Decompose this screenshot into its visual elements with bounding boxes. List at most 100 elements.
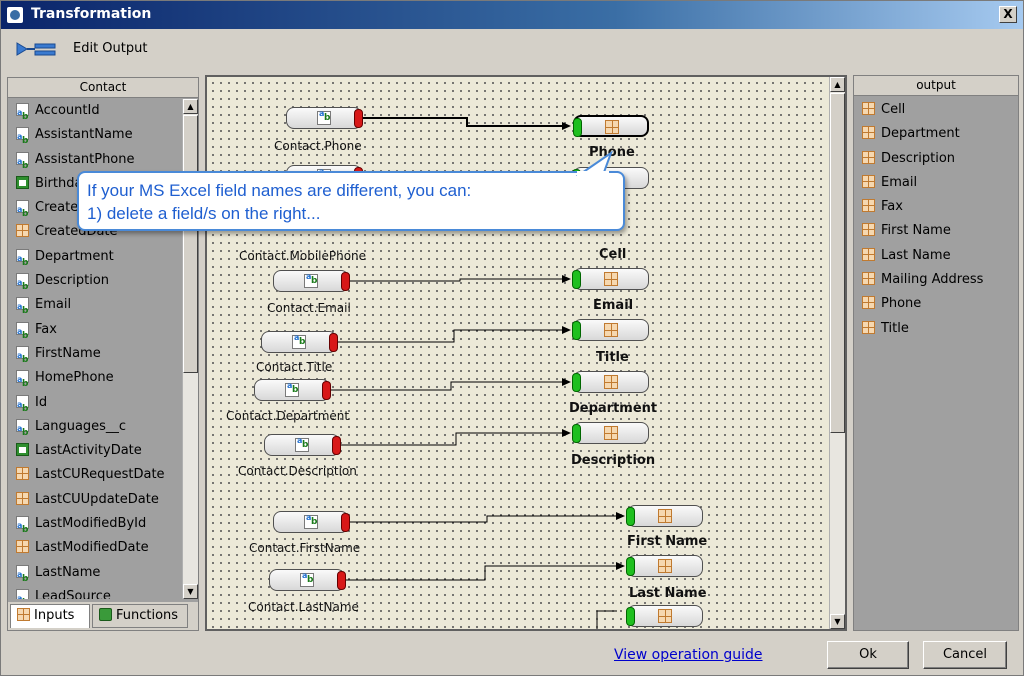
canvas-scroll-thumb[interactable]: [830, 93, 845, 433]
list-item[interactable]: Department: [8, 245, 184, 275]
ok-button[interactable]: Ok: [827, 641, 909, 669]
scroll-thumb[interactable]: [183, 115, 198, 373]
source-label: Contact.LastName: [248, 600, 359, 614]
output-port[interactable]: [337, 571, 346, 590]
input-port[interactable]: [572, 424, 581, 443]
mapping-wire[interactable]: [340, 432, 563, 446]
source-node[interactable]: [273, 511, 350, 533]
view-operation-guide-link[interactable]: View operation guide: [614, 647, 763, 663]
list-item[interactable]: LastModifiedById: [8, 512, 184, 542]
arrowhead-icon: [562, 378, 571, 386]
source-label: Contact.Email: [267, 301, 351, 315]
target-node[interactable]: [572, 268, 649, 290]
grid-field-icon: [658, 559, 672, 573]
list-item[interactable]: Languages__c: [8, 415, 184, 445]
list-item[interactable]: Fax: [854, 195, 1018, 219]
target-node[interactable]: [626, 605, 703, 627]
list-item[interactable]: Email: [8, 293, 184, 323]
list-item[interactable]: Last Name: [854, 244, 1018, 268]
tab-inputs[interactable]: Inputs: [10, 604, 90, 628]
list-item[interactable]: Phone: [854, 292, 1018, 316]
output-port[interactable]: [329, 333, 338, 352]
field-label: Languages__c: [35, 418, 127, 434]
list-item[interactable]: Id: [8, 391, 184, 421]
target-node[interactable]: [573, 115, 649, 137]
input-port[interactable]: [626, 507, 635, 526]
input-port[interactable]: [573, 118, 582, 137]
target-node[interactable]: [626, 505, 703, 527]
input-port[interactable]: [572, 270, 581, 289]
list-item[interactable]: AccountId: [8, 99, 184, 129]
mapping-wire[interactable]: [349, 515, 617, 523]
list-item[interactable]: Email: [854, 171, 1018, 195]
list-item[interactable]: Description: [8, 269, 184, 299]
source-node[interactable]: [254, 379, 331, 401]
canvas-scrollbar[interactable]: ▲ ▼: [829, 77, 845, 629]
source-label: Contact.Description: [238, 464, 357, 478]
list-item[interactable]: LastActivityDate: [8, 439, 184, 463]
list-item[interactable]: Mailing Address: [854, 268, 1018, 292]
mapping-wire[interactable]: [349, 278, 563, 282]
edit-output-button[interactable]: Edit Output: [73, 41, 147, 56]
canvas-scroll-up-icon[interactable]: ▲: [830, 77, 845, 92]
source-node[interactable]: [269, 569, 346, 591]
mapping-wire[interactable]: [362, 117, 563, 127]
list-item[interactable]: FirstName: [8, 342, 184, 372]
source-node[interactable]: [273, 270, 350, 292]
scroll-up-icon[interactable]: ▲: [183, 99, 198, 114]
target-node[interactable]: [572, 422, 649, 444]
input-port[interactable]: [572, 373, 581, 392]
list-item[interactable]: LastCUUpdateDate: [8, 488, 184, 512]
list-item[interactable]: LastCURequestDate: [8, 463, 184, 487]
output-port[interactable]: [341, 513, 350, 532]
output-port[interactable]: [322, 381, 331, 400]
output-port[interactable]: [341, 272, 350, 291]
field-label: Department: [35, 248, 114, 264]
title-bar: Transformation X: [1, 1, 1023, 29]
source-node[interactable]: [264, 434, 341, 456]
target-label: Description: [571, 453, 656, 468]
mapping-wire[interactable]: [345, 565, 617, 581]
arrowhead-icon: [562, 429, 571, 437]
callout-text: If your MS Excel field names are differe…: [87, 179, 471, 225]
mapping-wire[interactable]: [330, 381, 563, 391]
text-field-icon: [16, 563, 29, 591]
scroll-down-icon[interactable]: ▼: [183, 584, 198, 599]
mapping-wire[interactable]: [337, 329, 563, 343]
input-port[interactable]: [626, 557, 635, 576]
list-item[interactable]: Description: [854, 147, 1018, 171]
list-item[interactable]: AssistantPhone: [8, 148, 184, 178]
list-item[interactable]: HomePhone: [8, 366, 184, 396]
tab-functions[interactable]: Functions: [92, 604, 188, 628]
input-port[interactable]: [626, 607, 635, 626]
source-node[interactable]: [286, 107, 363, 129]
grid-field-icon: [604, 272, 618, 286]
output-port[interactable]: [332, 436, 341, 455]
mapping-canvas[interactable]: Contact.PhonePhoneContact.MobilePhoneCel…: [207, 77, 827, 629]
list-item[interactable]: Fax: [8, 318, 184, 348]
list-item[interactable]: Cell: [854, 98, 1018, 122]
output-port[interactable]: [354, 109, 363, 128]
text-field-icon: [16, 271, 29, 299]
input-port[interactable]: [572, 321, 581, 340]
list-item[interactable]: Title: [854, 317, 1018, 341]
list-item[interactable]: First Name: [854, 219, 1018, 243]
list-item[interactable]: AssistantName: [8, 123, 184, 153]
target-node[interactable]: [572, 371, 649, 393]
list-item[interactable]: LeadSource: [8, 585, 184, 599]
output-field-list[interactable]: Cell Department Description Email Fax First N…: [854, 96, 1018, 341]
source-node[interactable]: [261, 331, 338, 353]
canvas-scroll-down-icon[interactable]: ▼: [830, 614, 845, 629]
field-label: Email: [35, 297, 72, 313]
target-node[interactable]: [572, 319, 649, 341]
target-node[interactable]: [626, 555, 703, 577]
edit-output-icon[interactable]: [15, 39, 57, 59]
source-label: Contact.Phone: [274, 139, 362, 153]
list-item[interactable]: LastName: [8, 561, 184, 591]
mapping-wire[interactable]: [596, 610, 617, 629]
close-button[interactable]: X: [999, 6, 1017, 23]
list-item[interactable]: LastModifiedDate: [8, 536, 184, 560]
cancel-button[interactable]: Cancel: [923, 641, 1007, 669]
text-field-icon: [300, 571, 314, 587]
list-item[interactable]: Department: [854, 122, 1018, 146]
